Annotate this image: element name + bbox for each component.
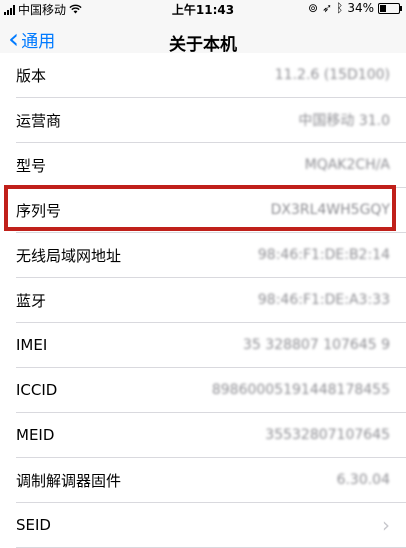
- row-value: 35532807107645: [265, 427, 390, 443]
- location-icon: ➶: [322, 1, 333, 15]
- row-label: 型号: [16, 156, 47, 175]
- row-iccid: ICCID 89860005191448178455: [16, 368, 406, 413]
- row-value: 11.2.6 (15D100): [274, 67, 390, 83]
- chevron-right-icon: ›: [382, 513, 390, 537]
- battery-icon: [378, 2, 402, 14]
- row-label: 蓝牙: [16, 291, 47, 310]
- battery-percent: 34%: [347, 1, 374, 15]
- about-list: 版本 11.2.6 (15D100) 运营商 中国移动 31.0 型号 MQAK…: [0, 53, 406, 548]
- row-value: 35 328807 107645 9: [243, 337, 390, 353]
- row-meid: MEID 35532807107645: [16, 413, 406, 458]
- row-value: 98:46:F1:DE:A3:33: [257, 292, 390, 308]
- bluetooth-icon: ᛒ: [336, 1, 344, 15]
- row-seid[interactable]: SEID ›: [16, 503, 406, 548]
- row-label: SEID: [16, 516, 51, 534]
- row-imei: IMEI 35 328807 107645 9: [16, 323, 406, 368]
- row-wifi-address: 无线局域网地址 98:46:F1:DE:B2:14: [16, 233, 406, 278]
- row-label: ICCID: [16, 381, 58, 399]
- row-label: 无线局域网地址: [16, 246, 122, 265]
- row-value: MQAK2CH/A: [304, 157, 390, 173]
- row-modem-firmware: 调制解调器固件 6.30.04: [16, 458, 406, 503]
- row-label: 运营商: [16, 111, 62, 130]
- row-carrier: 运营商 中国移动 31.0: [16, 98, 406, 143]
- status-bar: 中国移动 上午11:43 ⊚ ➶ ᛒ 34%: [0, 0, 406, 18]
- row-label: 调制解调器固件: [16, 471, 122, 490]
- row-label: 版本: [16, 66, 47, 85]
- row-bluetooth: 蓝牙 98:46:F1:DE:A3:33: [16, 278, 406, 323]
- row-model: 型号 MQAK2CH/A: [16, 143, 406, 188]
- status-right: ⊚ ➶ ᛒ 34%: [308, 1, 402, 15]
- rotation-lock-icon: ⊚: [308, 1, 319, 15]
- row-value: 98:46:F1:DE:B2:14: [257, 247, 390, 263]
- row-version: 版本 11.2.6 (15D100): [16, 53, 406, 98]
- row-label: IMEI: [16, 336, 48, 354]
- row-value: 6.30.04: [336, 472, 390, 488]
- page-title: 关于本机: [169, 35, 237, 55]
- row-value: 中国移动 31.0: [298, 113, 390, 129]
- row-serial-number: 序列号 DX3RL4WH5GQY: [16, 188, 406, 233]
- row-label: MEID: [16, 426, 55, 444]
- row-label: 序列号: [16, 201, 62, 220]
- row-value: DX3RL4WH5GQY: [270, 202, 390, 218]
- row-value: 89860005191448178455: [211, 382, 390, 398]
